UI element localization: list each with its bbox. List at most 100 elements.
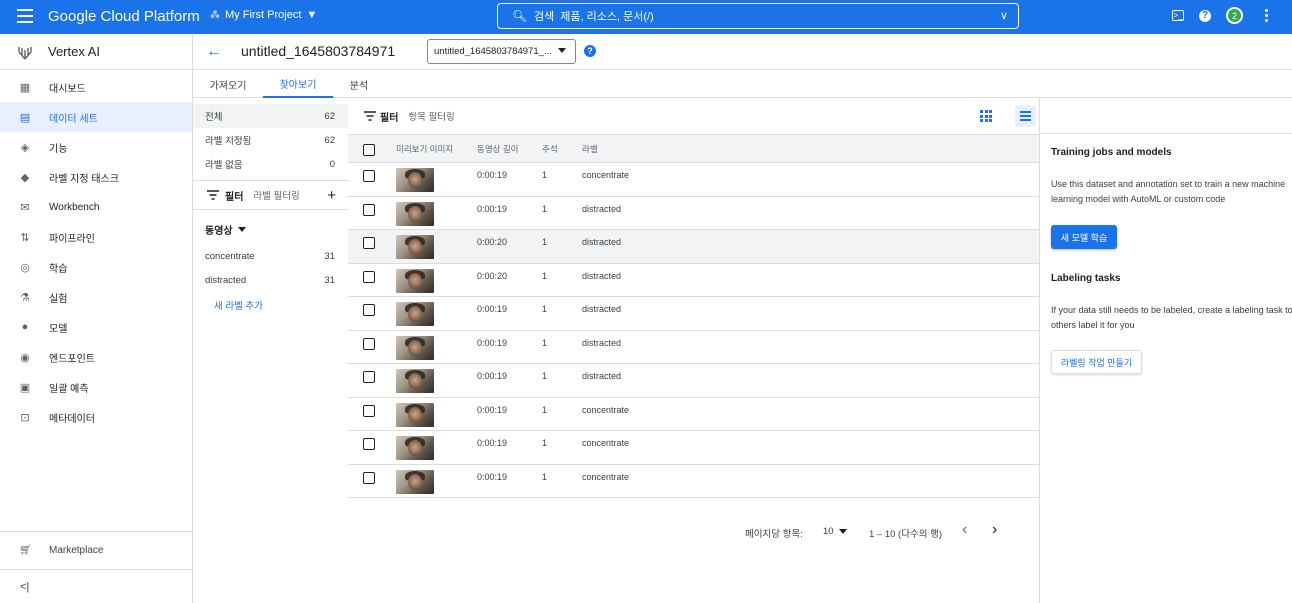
select-all-checkbox[interactable] xyxy=(363,143,375,156)
chevron-right-icon[interactable]: › xyxy=(992,521,997,539)
filter-placeholder: 항목 필터링 xyxy=(408,112,455,123)
list-view-icon[interactable] xyxy=(1015,105,1036,127)
video-thumbnail[interactable] xyxy=(396,201,434,226)
sidebar-item-0[interactable]: ▦ 대시보드 xyxy=(0,72,192,102)
tab-import[interactable]: 가져오기 xyxy=(193,70,263,98)
table-row[interactable]: 0:00:20 1 distracted xyxy=(348,229,1039,263)
video-thumbnail[interactable] xyxy=(396,369,434,393)
video-thumbnail[interactable] xyxy=(396,235,434,259)
column-header[interactable]: 라벨 xyxy=(582,134,1039,163)
table-row[interactable]: 0:00:19 1 distracted xyxy=(348,364,1039,397)
row-checkbox[interactable] xyxy=(363,237,375,249)
page-range: 1 – 10 (다수의 행) xyxy=(869,529,942,540)
column-header[interactable]: 주석 xyxy=(542,134,582,163)
table-row[interactable]: 0:00:20 1 distracted xyxy=(348,263,1039,297)
search-icon: 🔍︎ xyxy=(512,9,528,23)
duration-cell: 0:00:19 xyxy=(477,170,508,180)
nav-title: Vertex AI xyxy=(48,44,101,59)
facet-panel: 전체 62 라벨 지정됨 62 라벨 없음 0 필터 라벨 필터링 + 동영상 … xyxy=(193,98,348,603)
product-name[interactable]: Google Cloud Platform xyxy=(48,8,200,25)
row-checkbox[interactable] xyxy=(363,270,375,283)
stat-all[interactable]: 전체 62 xyxy=(193,104,348,128)
table-row[interactable]: 0:00:19 1 concentrate xyxy=(348,397,1039,431)
sidebar-item-1[interactable]: ▤ 데이터 세트 xyxy=(0,102,192,132)
table-row[interactable]: 0:00:19 1 distracted xyxy=(348,330,1039,364)
help-icon[interactable]: ? xyxy=(584,45,596,57)
sidebar-item-4[interactable]: ✉ Workbench xyxy=(0,192,192,222)
row-checkbox[interactable] xyxy=(363,371,375,383)
help-icon[interactable]: ? xyxy=(1199,9,1211,22)
training-line: learning model with AutoML or custom cod… xyxy=(1051,194,1226,204)
row-checkbox[interactable] xyxy=(363,438,375,450)
label-filter[interactable]: 필터 라벨 필터링 + xyxy=(193,180,348,210)
per-page-select[interactable]: 10 xyxy=(823,526,847,537)
table-row[interactable]: 0:00:19 1 concentrate xyxy=(348,431,1039,464)
marketplace-link[interactable]: 🛒︎ Marketplace xyxy=(0,531,192,569)
sidebar-item-10[interactable]: ▣ 일괄 예측 xyxy=(0,372,192,402)
sidebar-item-2[interactable]: ◈ 기능 xyxy=(0,132,192,162)
video-thumbnail[interactable] xyxy=(396,402,434,427)
video-group-toggle[interactable]: 동영상 xyxy=(193,214,348,244)
annotation-set-dropdown[interactable]: untitled_1645803784971_... xyxy=(427,39,576,64)
tab-bar: 가져오기 찾아보기 분석 xyxy=(193,70,1292,98)
tab-analyze[interactable]: 분석 xyxy=(333,70,385,98)
train-new-model-button[interactable]: 새 모델 학습 xyxy=(1051,225,1117,249)
project-selector[interactable]: ⁂ My First Project ▼ xyxy=(210,9,317,21)
stat-unlabeled[interactable]: 라벨 없음 0 xyxy=(193,152,348,176)
chevron-down-icon[interactable]: ∨ xyxy=(1000,9,1008,22)
vertex-ai-logo-icon xyxy=(18,46,32,59)
sidebar-item-7[interactable]: ⚗ 실험 xyxy=(0,282,192,312)
search-bar[interactable]: 🔍︎ 검색 제품, 리소스, 문서(/) ∨ xyxy=(497,3,1019,29)
tab-browse[interactable]: 찾아보기 xyxy=(263,70,333,98)
row-checkbox[interactable] xyxy=(363,471,375,484)
back-arrow-icon[interactable]: ← xyxy=(206,43,222,61)
column-header[interactable]: 미리보기 이미지 xyxy=(396,134,477,163)
row-checkbox[interactable] xyxy=(363,170,375,182)
stat-label: 라벨 지정됨 xyxy=(205,136,252,147)
video-thumbnail[interactable] xyxy=(396,335,434,360)
video-thumbnail[interactable] xyxy=(396,469,434,494)
create-labeling-task-button[interactable]: 라벨링 작업 만들기 xyxy=(1051,350,1142,374)
chevron-left-icon[interactable]: ‹ xyxy=(962,521,967,539)
grid-view-icon[interactable] xyxy=(978,108,993,123)
labeling-line: others label it for you xyxy=(1051,320,1135,330)
label-row-distracted[interactable]: distracted 31 xyxy=(193,268,348,292)
collapse-nav-button[interactable]: <| xyxy=(0,569,192,603)
cloud-shell-icon[interactable]: >_ xyxy=(1172,10,1184,21)
table-row[interactable]: 0:00:19 1 distracted xyxy=(348,196,1039,230)
sidebar-item-9[interactable]: ◉ 엔드포인트 xyxy=(0,342,192,372)
filter-placeholder: 라벨 필터링 xyxy=(253,191,300,202)
label-count: 31 xyxy=(324,250,335,262)
sidebar-item-6[interactable]: ◎ 학습 xyxy=(0,252,192,282)
sidebar-item-label: 일괄 예측 xyxy=(49,383,89,395)
add-icon[interactable]: + xyxy=(327,187,336,204)
add-label-link[interactable]: 새 라벨 추가 xyxy=(193,298,348,312)
row-checkbox[interactable] xyxy=(363,337,375,350)
label-row-concentrate[interactable]: concentrate 31 xyxy=(193,244,348,268)
label-icon: ◆ xyxy=(20,171,30,184)
sidebar-item-3[interactable]: ◆ 라벨 지정 태스크 xyxy=(0,162,192,192)
table-row[interactable]: 0:00:19 1 distracted xyxy=(348,297,1039,330)
duration-cell: 0:00:19 xyxy=(477,471,508,482)
sidebar-item-8[interactable]: ● 모델 xyxy=(0,312,192,342)
sidebar-item-11[interactable]: ⊡ 메타데이터 xyxy=(0,402,192,432)
more-options-icon[interactable] xyxy=(1258,8,1274,24)
menu-icon[interactable] xyxy=(17,9,33,23)
stat-labeled[interactable]: 라벨 지정됨 62 xyxy=(193,128,348,152)
row-checkbox[interactable] xyxy=(363,304,375,316)
video-thumbnail[interactable] xyxy=(396,436,434,460)
video-thumbnail[interactable] xyxy=(396,268,434,293)
items-filter[interactable]: 필터 항목 필터링 xyxy=(348,98,1039,134)
metadata-icon: ⊡ xyxy=(20,411,30,424)
sidebar-item-5[interactable]: ⇅ 파이프라인 xyxy=(0,222,192,252)
table-row[interactable]: 0:00:19 1 concentrate xyxy=(348,464,1039,498)
column-header[interactable]: 동영상 길이 xyxy=(477,134,542,163)
table-row[interactable]: 0:00:19 1 concentrate xyxy=(348,163,1039,196)
row-checkbox[interactable] xyxy=(363,404,375,417)
nav-list: ▦ 대시보드 ▤ 데이터 세트 ◈ 기능 ◆ 라벨 지정 태스크 ✉ Workbench ⇅ 파이프라… xyxy=(0,70,192,432)
video-thumbnail[interactable] xyxy=(396,302,434,326)
row-checkbox[interactable] xyxy=(363,203,375,216)
notifications-badge[interactable]: 2 xyxy=(1226,7,1243,24)
video-thumbnail[interactable] xyxy=(396,168,434,192)
label-cell: concentrate xyxy=(582,471,630,482)
